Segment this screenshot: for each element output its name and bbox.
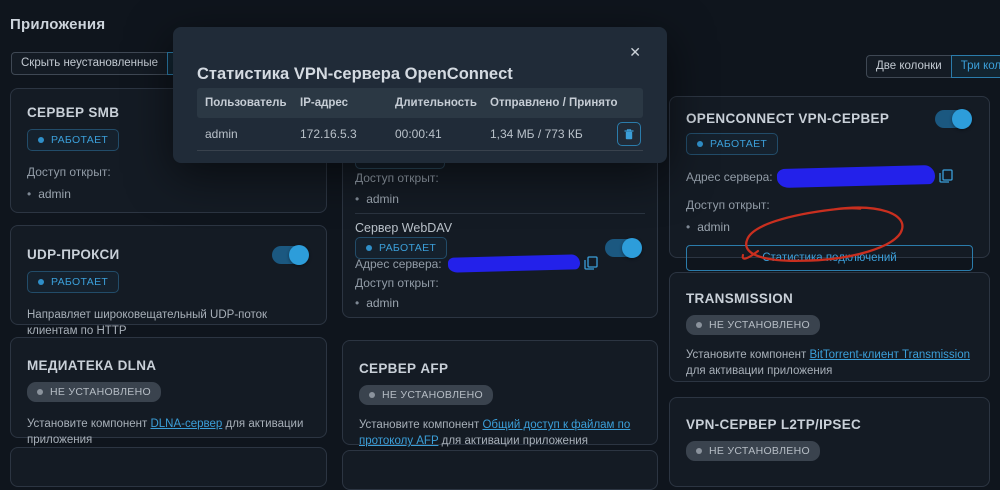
status-dot-icon: [369, 392, 375, 398]
copy-icon[interactable]: [584, 256, 598, 271]
transmission-install-text: Установите компонент BitTorrent-клиент T…: [686, 347, 973, 379]
openconnect-access-label: Доступ открыт:: [686, 198, 973, 212]
transmission-text-after: для активации приложения: [686, 365, 832, 377]
card-openconnect: OPENCONNECT VPN-СЕРВЕР РАБОТАЕТ Адрес се…: [669, 96, 990, 258]
status-dot-icon: [697, 141, 703, 147]
close-icon[interactable]: ✕: [629, 45, 641, 59]
cell-user: admin: [205, 127, 300, 141]
webdav-title: Сервер WebDAV: [355, 221, 452, 235]
udp-status-badge: РАБОТАЕТ: [27, 271, 119, 293]
openconnect-title: OPENCONNECT VPN-СЕРВЕР: [686, 111, 973, 126]
col-user: Пользователь: [205, 97, 300, 109]
smb-user-item: admin: [27, 187, 310, 201]
card-afp-server: СЕРВЕР AFP НЕ УСТАНОВЛЕНО Установите ком…: [342, 340, 658, 445]
status-dot-icon: [38, 279, 44, 285]
ftp-user-item: admin: [355, 192, 399, 206]
card-mid-partial: [342, 450, 658, 490]
col-duration: Длительность: [395, 97, 490, 109]
table-row: admin 172.16.5.3 00:00:41 1,34 МБ / 773 …: [197, 118, 643, 151]
dlna-status-label: НЕ УСТАНОВЛЕНО: [50, 386, 151, 398]
toggle-knob: [622, 238, 642, 258]
dlna-title: МЕДИАТЕКА DLNA: [27, 358, 310, 373]
toggle-knob: [952, 109, 972, 129]
three-columns-button[interactable]: Три колонки: [951, 55, 1000, 78]
two-columns-button[interactable]: Две колонки: [866, 55, 952, 78]
status-dot-icon: [37, 389, 43, 395]
afp-text-after: для активации приложения: [438, 435, 588, 447]
l2tp-status-label: НЕ УСТАНОВЛЕНО: [709, 445, 810, 457]
copy-icon[interactable]: [939, 169, 953, 184]
smb-access-label: Доступ открыт:: [27, 165, 310, 179]
disconnect-trash-button[interactable]: [617, 122, 641, 146]
openconnect-toggle[interactable]: [935, 110, 971, 128]
udp-status-label: РАБОТАЕТ: [51, 276, 108, 288]
afp-status-label: НЕ УСТАНОВЛЕНО: [382, 389, 483, 401]
connection-stats-button[interactable]: Статистика подключений: [686, 245, 973, 271]
webdav-address-label: Адрес сервера:: [355, 257, 442, 271]
vpn-stats-modal: Статистика VPN-сервера OpenConnect ✕ Пол…: [173, 27, 667, 163]
page-title: Приложения: [10, 16, 105, 33]
status-dot-icon: [366, 245, 372, 251]
openconnect-address-row: Адрес сервера:: [686, 167, 973, 186]
trash-icon: [623, 128, 635, 141]
webdav-access-label: Доступ открыт:: [355, 276, 439, 290]
afp-text-before: Установите компонент: [359, 419, 482, 431]
status-dot-icon: [696, 448, 702, 454]
afp-install-text: Установите компонент Общий доступ к файл…: [359, 417, 641, 449]
dlna-component-link[interactable]: DLNA-сервер: [150, 418, 222, 430]
afp-title: СЕРВЕР AFP: [359, 361, 641, 376]
openconnect-status-badge: РАБОТАЕТ: [686, 133, 778, 155]
card-dlna: МЕДИАТЕКА DLNA НЕ УСТАНОВЛЕНО Установите…: [10, 337, 327, 438]
cell-ip: 172.16.5.3: [300, 127, 395, 141]
dlna-status-badge: НЕ УСТАНОВЛЕНО: [27, 382, 161, 402]
col-ip: IP-адрес: [300, 97, 395, 109]
webdav-address-row: Адрес сервера:: [355, 256, 598, 271]
modal-title: Статистика VPN-сервера OpenConnect: [197, 65, 513, 84]
card-udp-proxy: UDP-ПРОКСИ РАБОТАЕТ Направляет широковещ…: [10, 225, 327, 325]
l2tp-status-badge: НЕ УСТАНОВЛЕНО: [686, 441, 820, 461]
webdav-user-item: admin: [355, 296, 399, 310]
layout-toggle-group: Две колонки Три колонки: [866, 55, 1000, 78]
webdav-status-label: РАБОТАЕТ: [379, 242, 436, 254]
udp-title: UDP-ПРОКСИ: [27, 247, 310, 262]
hide-uninstalled-button[interactable]: Скрыть неустановленные: [11, 52, 168, 75]
dlna-text-before: Установите компонент: [27, 418, 150, 430]
transmission-text-before: Установите компонент: [686, 349, 809, 361]
l2tp-title: VPN-СЕРВЕР L2TP/IPSEC: [686, 417, 973, 432]
udp-description: Направляет широковещательный UDP-поток к…: [27, 307, 310, 339]
transmission-status-badge: НЕ УСТАНОВЛЕНО: [686, 315, 820, 335]
table-header-row: Пользователь IP-адрес Длительность Отпра…: [197, 88, 643, 118]
cell-duration: 00:00:41: [395, 127, 490, 141]
webdav-toggle[interactable]: [605, 239, 641, 257]
section-divider: [355, 213, 645, 214]
dlna-install-text: Установите компонент DLNA-сервер для акт…: [27, 416, 310, 448]
openconnect-status-label: РАБОТАЕТ: [710, 138, 767, 150]
vpn-connections-table: Пользователь IP-адрес Длительность Отпра…: [197, 88, 643, 151]
ftp-access-label: Доступ открыт:: [355, 171, 439, 185]
transmission-title: TRANSMISSION: [686, 291, 973, 306]
openconnect-user-item: admin: [686, 220, 973, 234]
afp-status-badge: НЕ УСТАНОВЛЕНО: [359, 385, 493, 405]
udp-toggle[interactable]: [272, 246, 308, 264]
status-dot-icon: [38, 137, 44, 143]
smb-status-badge: РАБОТАЕТ: [27, 129, 119, 151]
redacted-address-scribble: [447, 254, 579, 272]
openconnect-address-label: Адрес сервера:: [686, 170, 773, 184]
smb-status-label: РАБОТАЕТ: [51, 134, 108, 146]
card-transmission: TRANSMISSION НЕ УСТАНОВЛЕНО Установите к…: [669, 272, 990, 382]
redacted-address-scribble: [776, 165, 934, 188]
toggle-knob: [289, 245, 309, 265]
transmission-status-label: НЕ УСТАНОВЛЕНО: [709, 319, 810, 331]
card-left-partial: [10, 447, 327, 487]
status-dot-icon: [696, 322, 702, 328]
col-traffic: Отправлено / Принято: [490, 97, 643, 109]
transmission-component-link[interactable]: BitTorrent-клиент Transmission: [809, 349, 970, 361]
card-l2tp: VPN-СЕРВЕР L2TP/IPSEC НЕ УСТАНОВЛЕНО: [669, 397, 990, 487]
